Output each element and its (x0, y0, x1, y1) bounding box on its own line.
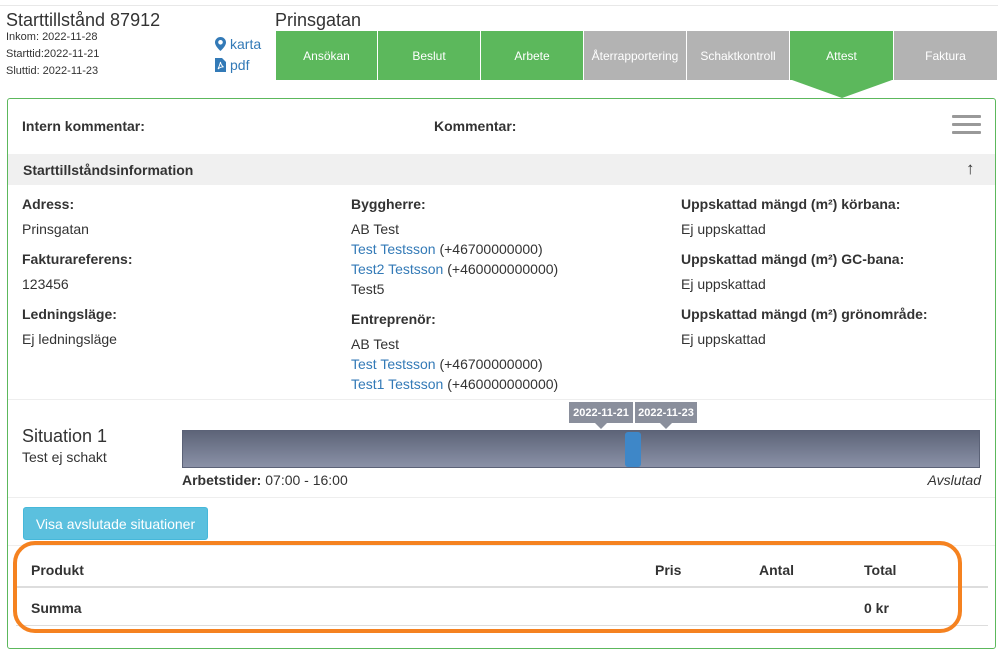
builder-contact-2-phone: (+460000000000) (443, 261, 559, 277)
situation-divider (8, 497, 995, 498)
step-faktura[interactable]: Faktura (894, 31, 997, 80)
step-attest[interactable]: Attest (790, 31, 894, 98)
contractor-label: Entreprenör: (351, 311, 436, 327)
contractor-contact-1-phone: (+46700000000) (435, 356, 543, 372)
step-arbete[interactable]: Arbete (481, 31, 584, 80)
top-divider (0, 5, 998, 6)
header-product: Produkt (31, 562, 84, 578)
cable-position-value: Ej ledningsläge (22, 331, 117, 347)
cable-position-label: Ledningsläge: (22, 306, 117, 322)
step-ansokan[interactable]: Ansökan (276, 31, 378, 80)
product-table: Produkt Pris Antal Total Summa 0 kr (16, 546, 988, 626)
work-hours-label: Arbetstider: (182, 472, 262, 488)
invoice-ref-value: 123456 (22, 276, 69, 292)
collapse-arrow-icon[interactable]: ↑ (966, 159, 975, 179)
product-sum-row: Summa 0 kr (16, 588, 988, 626)
green-area-label: Uppskattad mängd (m²) grönområde: (681, 306, 928, 322)
address-value: Prinsgatan (22, 221, 89, 237)
builder-contact-1-phone: (+46700000000) (435, 241, 543, 257)
show-finished-situations-button[interactable]: Visa avslutade situationer (23, 507, 208, 540)
situation-timeline[interactable] (182, 430, 980, 468)
builder-contact-1-link[interactable]: Test Testsson (351, 241, 436, 257)
sum-total: 0 kr (864, 600, 889, 616)
contractor-company: AB Test (351, 336, 399, 352)
current-step-pointer (791, 80, 892, 98)
permit-panel: Intern kommentar: Kommentar: Starttillst… (7, 98, 996, 649)
contractor-contact-1-link[interactable]: Test Testsson (351, 356, 436, 372)
header-quantity: Antal (759, 562, 794, 578)
header-total: Total (864, 562, 897, 578)
product-table-header: Produkt Pris Antal Total (16, 546, 988, 588)
timeline-start-tag: 2022-11-21 (569, 402, 633, 423)
street-title: Prinsgatan (275, 10, 362, 30)
builder-extra: Test5 (351, 281, 385, 297)
builder-contact-1: Test Testsson (+46700000000) (351, 241, 543, 257)
invoice-ref-label: Fakturareferens: (22, 251, 133, 267)
contractor-contact-2-link[interactable]: Test1 Testsson (351, 376, 443, 392)
pdf-link-label: pdf (230, 57, 250, 73)
situation-title: Situation 1 (22, 426, 108, 446)
workflow-steps: Ansökan Beslut Arbete Återrapportering S… (276, 31, 997, 98)
contractor-contact-2-phone: (+460000000000) (443, 376, 559, 392)
permit-end-date: Sluttid: 2022-11-23 (6, 65, 99, 77)
situation-status: Avslutad (927, 472, 981, 488)
builder-contact-2: Test2 Testsson (+460000000000) (351, 261, 558, 277)
internal-comment-label: Intern kommentar: (22, 118, 145, 134)
section-header[interactable]: Starttillståndsinformation ↑ (8, 154, 995, 185)
gc-area-value: Ej uppskattad (681, 276, 766, 292)
map-pin-icon (215, 37, 226, 51)
situation-subtitle: Test ej schakt (22, 449, 107, 465)
builder-label: Byggherre: (351, 196, 426, 212)
green-area-value: Ej uppskattad (681, 331, 766, 347)
step-schaktkontroll[interactable]: Schaktkontroll (687, 31, 790, 80)
step-aterrapportering[interactable]: Återrapportering (584, 31, 687, 80)
builder-contact-2-link[interactable]: Test2 Testsson (351, 261, 443, 277)
pdf-link[interactable]: pdf (215, 57, 249, 73)
work-hours-value: 07:00 - 16:00 (261, 472, 348, 488)
permit-inkom-date: Inkom: 2022-11-28 (6, 31, 98, 43)
permit-start-date: Starttid:2022-11-21 (6, 48, 100, 60)
contractor-contact-1: Test Testsson (+46700000000) (351, 356, 543, 372)
timeline-period-marker[interactable] (625, 432, 641, 467)
gc-area-label: Uppskattad mängd (m²) GC-bana: (681, 251, 905, 267)
builder-company: AB Test (351, 221, 399, 237)
comment-label: Kommentar: (434, 118, 517, 134)
step-beslut[interactable]: Beslut (378, 31, 481, 80)
info-divider (8, 399, 995, 400)
road-area-label: Uppskattad mängd (m²) körbana: (681, 196, 901, 212)
pdf-file-icon (215, 58, 226, 72)
map-link-label: karta (230, 36, 262, 52)
menu-icon[interactable] (952, 115, 981, 135)
address-label: Adress: (22, 196, 75, 212)
map-link[interactable]: karta (215, 36, 261, 52)
timeline-end-tag: 2022-11-23 (635, 402, 697, 423)
header-price: Pris (655, 562, 682, 578)
road-area-value: Ej uppskattad (681, 221, 766, 237)
section-title: Starttillståndsinformation (23, 162, 194, 178)
work-hours: Arbetstider: 07:00 - 16:00 (182, 472, 348, 488)
contractor-contact-2: Test1 Testsson (+460000000000) (351, 376, 558, 392)
permit-title: Starttillstånd 87912 (6, 10, 161, 30)
sum-label: Summa (31, 600, 82, 616)
